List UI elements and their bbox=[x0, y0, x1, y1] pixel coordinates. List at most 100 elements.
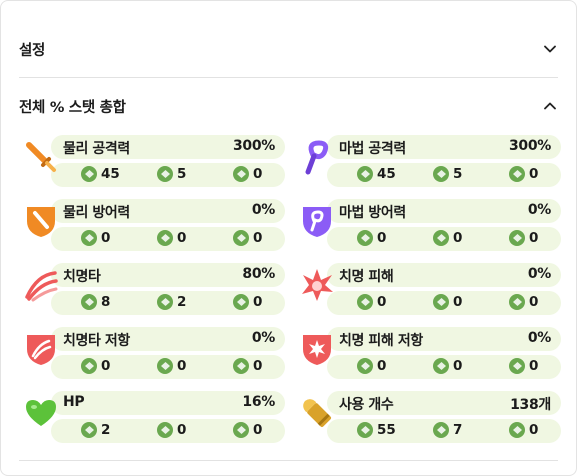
stat-breakdown-item: 0 bbox=[509, 166, 538, 182]
stat-breakdown-value: 0 bbox=[453, 358, 463, 374]
stat-card: 물리 공격력 300% 45 5 0 bbox=[23, 135, 285, 187]
gem-icon bbox=[81, 294, 97, 310]
stat-breakdown-item: 2 bbox=[157, 294, 186, 310]
stat-breakdown-item: 5 bbox=[433, 166, 462, 182]
stat-breakdown-value: 2 bbox=[177, 294, 187, 310]
stats-panel: 설정 전체 % 스탯 총합 물리 공격력 300% 45 5 0 마법 공격력 300% 45… bbox=[0, 0, 577, 476]
stat-breakdown-item: 8 bbox=[81, 294, 110, 310]
stat-name: 치명타 저항 bbox=[63, 333, 130, 349]
chevron-down-icon[interactable] bbox=[542, 41, 558, 57]
stat-header-row: 물리 방어력 0% bbox=[51, 199, 285, 223]
stat-breakdown-value: 0 bbox=[253, 294, 263, 310]
stat-card: 치명 피해 0% 0 0 0 bbox=[299, 263, 561, 315]
stat-breakdown-value: 0 bbox=[253, 358, 263, 374]
stat-value: 0% bbox=[527, 202, 551, 218]
stat-breakdown-item: 0 bbox=[233, 166, 262, 182]
stat-breakdown-value: 0 bbox=[177, 358, 187, 374]
stat-breakdown-row: 45 5 0 bbox=[51, 163, 285, 187]
stat-breakdown-value: 0 bbox=[177, 422, 187, 438]
burst-icon bbox=[299, 267, 335, 303]
stat-name: 치명 피해 저항 bbox=[339, 333, 423, 349]
stat-name: 치명 피해 bbox=[339, 269, 394, 285]
stat-name: 물리 공격력 bbox=[63, 141, 130, 157]
stat-breakdown-row: 8 2 0 bbox=[51, 291, 285, 315]
total-stats-section-header[interactable]: 전체 % 스탯 총합 bbox=[19, 95, 558, 117]
gem-icon bbox=[433, 294, 449, 310]
stat-breakdown-item: 0 bbox=[233, 294, 262, 310]
stat-breakdown-value: 0 bbox=[377, 230, 387, 246]
stat-name: 사용 개수 bbox=[339, 397, 394, 413]
claw-icon bbox=[23, 267, 59, 303]
stat-name: 마법 공격력 bbox=[339, 141, 406, 157]
stat-breakdown-item: 0 bbox=[433, 358, 462, 374]
stat-value: 0% bbox=[527, 330, 551, 346]
stat-breakdown-item: 0 bbox=[357, 358, 386, 374]
stat-breakdown-item: 0 bbox=[433, 294, 462, 310]
stat-breakdown-item: 55 bbox=[357, 422, 396, 438]
stat-breakdown-value: 7 bbox=[453, 422, 463, 438]
stat-breakdown-row: 55 7 0 bbox=[327, 419, 561, 443]
stat-breakdown-item: 45 bbox=[357, 166, 396, 182]
claw-shield-icon bbox=[23, 331, 59, 367]
stat-breakdown-item: 0 bbox=[357, 294, 386, 310]
stat-value: 0% bbox=[251, 202, 275, 218]
stat-header-row: 치명 피해 저항 0% bbox=[327, 327, 561, 351]
divider bbox=[19, 460, 558, 461]
stat-breakdown-value: 45 bbox=[101, 166, 120, 182]
stat-name: HP bbox=[63, 394, 85, 410]
stat-card: 물리 방어력 0% 0 0 0 bbox=[23, 199, 285, 251]
stat-card: 사용 개수 138개 55 7 0 bbox=[299, 391, 561, 443]
gem-icon bbox=[433, 166, 449, 182]
gem-icon bbox=[157, 230, 173, 246]
stat-breakdown-value: 0 bbox=[529, 358, 539, 374]
stat-header-row: HP 16% bbox=[51, 391, 285, 415]
burst-shield-icon bbox=[299, 331, 335, 367]
stat-name: 마법 방어력 bbox=[339, 205, 406, 221]
stat-breakdown-item: 5 bbox=[157, 166, 186, 182]
gem-icon bbox=[509, 422, 525, 438]
stat-breakdown-value: 0 bbox=[177, 230, 187, 246]
stat-header-row: 마법 방어력 0% bbox=[327, 199, 561, 223]
divider bbox=[19, 77, 558, 78]
stat-name: 치명타 bbox=[63, 269, 101, 285]
stat-value: 16% bbox=[242, 394, 275, 410]
stat-breakdown-item: 0 bbox=[509, 422, 538, 438]
gem-icon bbox=[233, 166, 249, 182]
stat-breakdown-value: 0 bbox=[453, 294, 463, 310]
stat-card: 마법 방어력 0% 0 0 0 bbox=[299, 199, 561, 251]
stat-header-row: 마법 공격력 300% bbox=[327, 135, 561, 159]
stat-breakdown-row: 0 0 0 bbox=[327, 355, 561, 379]
gem-icon bbox=[509, 166, 525, 182]
stat-breakdown-value: 0 bbox=[377, 358, 387, 374]
stat-value: 138개 bbox=[510, 397, 551, 413]
stat-breakdown-value: 0 bbox=[529, 230, 539, 246]
stat-header-row: 치명타 저항 0% bbox=[51, 327, 285, 351]
stat-breakdown-row: 0 0 0 bbox=[327, 227, 561, 251]
settings-section-header[interactable]: 설정 bbox=[19, 38, 558, 60]
gem-icon bbox=[233, 358, 249, 374]
chevron-up-icon[interactable] bbox=[542, 98, 558, 114]
stat-card: 치명타 80% 8 2 0 bbox=[23, 263, 285, 315]
stat-breakdown-value: 0 bbox=[377, 294, 387, 310]
sword-icon bbox=[23, 139, 59, 175]
stat-breakdown-item: 2 bbox=[81, 422, 110, 438]
bullet-icon bbox=[299, 395, 335, 431]
stat-breakdown-item: 0 bbox=[509, 294, 538, 310]
stat-breakdown-item: 0 bbox=[81, 230, 110, 246]
stat-breakdown-value: 5 bbox=[177, 166, 187, 182]
gem-icon bbox=[357, 358, 373, 374]
gem-icon bbox=[157, 294, 173, 310]
stat-card: HP 16% 2 0 0 bbox=[23, 391, 285, 443]
stat-breakdown-value: 0 bbox=[253, 166, 263, 182]
staff-icon bbox=[299, 139, 335, 175]
gem-icon bbox=[81, 166, 97, 182]
gem-icon bbox=[157, 166, 173, 182]
stat-breakdown-item: 0 bbox=[233, 230, 262, 246]
stat-breakdown-value: 45 bbox=[377, 166, 396, 182]
stat-card: 치명타 저항 0% 0 0 0 bbox=[23, 327, 285, 379]
stat-value: 300% bbox=[508, 138, 551, 154]
stat-breakdown-item: 0 bbox=[433, 230, 462, 246]
gem-icon bbox=[233, 422, 249, 438]
gem-icon bbox=[433, 230, 449, 246]
stat-breakdown-value: 8 bbox=[101, 294, 111, 310]
